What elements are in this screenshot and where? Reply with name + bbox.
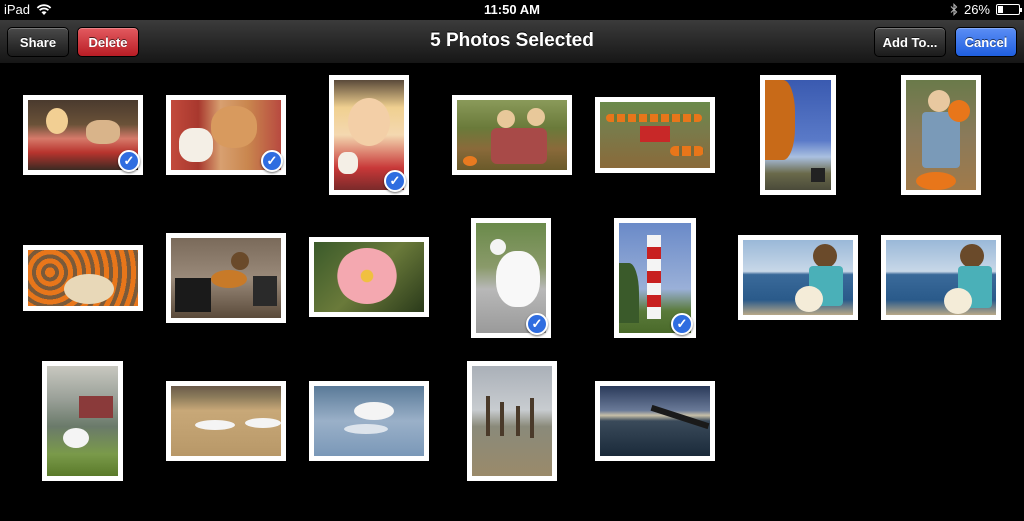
photo-image bbox=[171, 238, 281, 318]
photo-image bbox=[314, 386, 424, 456]
photo-thumbnail[interactable] bbox=[452, 95, 572, 175]
photo-thumbnail[interactable]: ✓ bbox=[23, 95, 143, 175]
photo-thumbnail[interactable] bbox=[309, 237, 429, 317]
photo-thumbnail[interactable] bbox=[901, 75, 981, 195]
photo-thumbnail[interactable] bbox=[881, 235, 1001, 320]
checkmark-icon: ✓ bbox=[671, 313, 693, 335]
checkmark-icon: ✓ bbox=[118, 150, 140, 172]
add-to-button[interactable]: Add To... bbox=[874, 27, 946, 57]
photo-image bbox=[457, 100, 567, 170]
photo-thumbnail[interactable]: ✓ bbox=[614, 218, 696, 338]
photo-thumbnail[interactable]: ✓ bbox=[471, 218, 551, 338]
cancel-button[interactable]: Cancel bbox=[955, 27, 1017, 57]
photo-image bbox=[743, 240, 853, 315]
status-time: 11:50 AM bbox=[484, 2, 540, 17]
photo-image bbox=[600, 102, 710, 168]
photo-thumbnail[interactable] bbox=[467, 361, 557, 481]
photo-thumbnail[interactable] bbox=[738, 235, 858, 320]
photo-image bbox=[906, 80, 976, 190]
photo-image bbox=[886, 240, 996, 315]
photo-thumbnail[interactable] bbox=[42, 361, 123, 481]
battery-fill bbox=[998, 6, 1003, 13]
photo-thumbnail[interactable] bbox=[309, 381, 429, 461]
status-bar: iPad 11:50 AM 26% bbox=[0, 0, 1024, 20]
checkmark-icon: ✓ bbox=[384, 170, 406, 192]
checkmark-icon: ✓ bbox=[261, 150, 283, 172]
battery-icon bbox=[996, 4, 1022, 15]
photo-image bbox=[171, 386, 281, 456]
photo-thumbnail[interactable] bbox=[595, 381, 715, 461]
photo-image bbox=[472, 366, 552, 476]
photo-thumbnail[interactable]: ✓ bbox=[329, 75, 409, 195]
page-title: 5 Photos Selected bbox=[430, 30, 594, 51]
nav-bar: Share Delete 5 Photos Selected Add To...… bbox=[0, 20, 1024, 64]
photo-thumbnail[interactable] bbox=[166, 233, 286, 323]
checkmark-icon: ✓ bbox=[526, 313, 548, 335]
photo-image bbox=[28, 250, 138, 306]
battery-percent: 26% bbox=[963, 2, 990, 17]
photo-image bbox=[600, 386, 710, 456]
photo-image bbox=[47, 366, 118, 476]
photo-thumbnail[interactable] bbox=[166, 381, 286, 461]
photo-image bbox=[765, 80, 831, 190]
bluetooth-icon bbox=[950, 3, 958, 16]
photo-thumbnail[interactable] bbox=[595, 97, 715, 173]
photo-thumbnail[interactable] bbox=[23, 245, 143, 311]
photo-image bbox=[314, 242, 424, 312]
photo-thumbnail[interactable]: ✓ bbox=[166, 95, 286, 175]
status-right: 26% bbox=[950, 2, 1022, 17]
photo-thumbnail[interactable] bbox=[760, 75, 836, 195]
